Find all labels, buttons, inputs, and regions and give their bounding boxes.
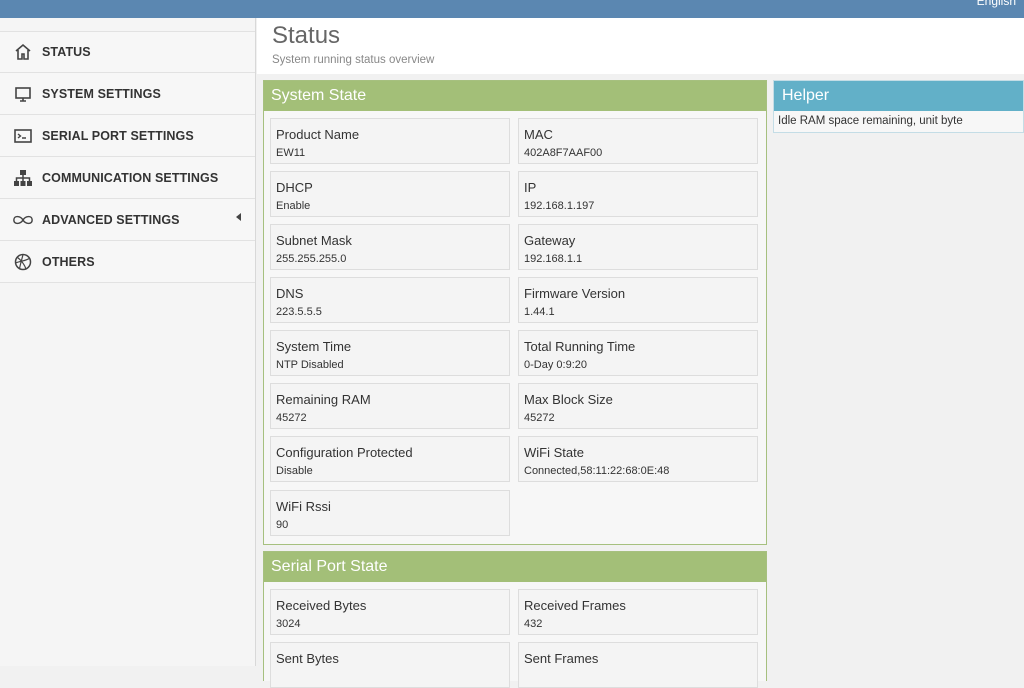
field-label: Max Block Size xyxy=(524,392,613,407)
monitor-icon xyxy=(12,83,34,105)
panel-title: Serial Port State xyxy=(264,552,766,582)
field-value: 402A8F7AAF00 xyxy=(524,147,603,159)
field-dhcp: DHCP Enable xyxy=(270,171,510,217)
field-label: Received Frames xyxy=(524,598,626,613)
sidebar-item-status[interactable]: STATUS xyxy=(0,31,255,73)
language-selector[interactable]: English xyxy=(977,0,1016,8)
field-value: 0-Day 0:9:20 xyxy=(524,359,587,371)
sidebar-item-others[interactable]: OTHERS xyxy=(0,241,255,283)
field-value: 90 xyxy=(276,519,289,531)
field-value: Disable xyxy=(276,465,313,477)
field-value: 1.44.1 xyxy=(524,306,555,318)
field-value: NTP Disabled xyxy=(276,359,344,371)
field-label: Sent Frames xyxy=(524,651,599,666)
field-sent-bytes: Sent Bytes xyxy=(270,642,510,688)
field-label: Subnet Mask xyxy=(276,233,352,248)
sidebar-item-advanced-settings[interactable]: ADVANCED SETTINGS xyxy=(0,199,255,241)
infinity-icon xyxy=(12,209,34,231)
system-state-panel: System State Product Name EW11 MAC 402A8… xyxy=(263,80,767,545)
network-icon xyxy=(12,167,34,189)
helper-title: Helper xyxy=(774,81,1023,111)
page-title: Status xyxy=(272,22,341,49)
field-wifi-rssi: WiFi Rssi 90 xyxy=(270,490,510,536)
panel-title: System State xyxy=(264,81,766,111)
field-label: WiFi State xyxy=(524,445,584,460)
field-value: 3024 xyxy=(276,618,301,630)
field-value: EW11 xyxy=(276,147,306,159)
field-sent-frames: Sent Frames xyxy=(518,642,758,688)
field-label: Firmware Version xyxy=(524,286,626,301)
field-label: IP xyxy=(524,180,537,195)
terminal-icon xyxy=(12,125,34,147)
field-value: 255.255.255.0 xyxy=(276,253,347,265)
field-received-bytes: Received Bytes 3024 xyxy=(270,589,510,635)
field-label: Sent Bytes xyxy=(276,651,339,666)
basketball-icon xyxy=(12,251,34,273)
caret-left-icon xyxy=(236,213,241,221)
field-firmware-version: Firmware Version 1.44.1 xyxy=(518,277,758,323)
sidebar-item-label: ADVANCED SETTINGS xyxy=(42,212,180,227)
field-value: 223.5.5.5 xyxy=(276,306,322,318)
field-label: DHCP xyxy=(276,180,313,195)
field-label: System Time xyxy=(276,339,352,354)
field-received-frames: Received Frames 432 xyxy=(518,589,758,635)
field-product-name: Product Name EW11 xyxy=(270,118,510,164)
helper-panel: Helper Idle RAM space remaining, unit by… xyxy=(773,80,1024,133)
field-total-running-time: Total Running Time 0-Day 0:9:20 xyxy=(518,330,758,376)
main-content: Status System running status overview Sy… xyxy=(257,18,1024,688)
field-label: Total Running Time xyxy=(524,339,636,354)
field-label: Remaining RAM xyxy=(276,392,371,407)
field-value: Connected,58:11:22:68:0E:48 xyxy=(524,465,670,477)
serial-port-state-panel: Serial Port State Received Bytes 3024 Re… xyxy=(263,551,767,688)
field-label: WiFi Rssi xyxy=(276,499,331,514)
sidebar-item-serial-port-settings[interactable]: SERIAL PORT SETTINGS xyxy=(0,115,255,157)
field-value: 432 xyxy=(524,618,543,630)
field-configuration-protected: Configuration Protected Disable xyxy=(270,436,510,482)
field-label: DNS xyxy=(276,286,304,301)
field-label: Gateway xyxy=(524,233,576,248)
sidebar-item-system-settings[interactable]: SYSTEM SETTINGS xyxy=(0,73,255,115)
sidebar-item-communication-settings[interactable]: COMMUNICATION SETTINGS xyxy=(0,157,255,199)
field-system-time: System Time NTP Disabled xyxy=(270,330,510,376)
page-header: Status System running status overview xyxy=(257,18,1024,74)
field-label: Product Name xyxy=(276,127,360,142)
field-mac: MAC 402A8F7AAF00 xyxy=(518,118,758,164)
field-gateway: Gateway 192.168.1.1 xyxy=(518,224,758,270)
field-value: 192.168.1.197 xyxy=(524,200,595,212)
sidebar-item-label: SERIAL PORT SETTINGS xyxy=(42,128,194,143)
sidebar-item-label: STATUS xyxy=(42,45,91,59)
field-label: MAC xyxy=(524,127,553,142)
field-max-block-size: Max Block Size 45272 xyxy=(518,383,758,429)
field-remaining-ram[interactable]: Remaining RAM 45272 xyxy=(270,383,510,429)
sidebar-item-label: COMMUNICATION SETTINGS xyxy=(42,170,219,185)
sidebar-item-label: OTHERS xyxy=(42,254,95,269)
field-ip: IP 192.168.1.197 xyxy=(518,171,758,217)
sidebar: STATUS SYSTEM SETTINGS SERIAL PORT SETTI… xyxy=(0,18,256,666)
field-wifi-state: WiFi State Connected,58:11:22:68:0E:48 xyxy=(518,436,758,482)
field-label: Configuration Protected xyxy=(276,445,413,460)
sidebar-item-label: SYSTEM SETTINGS xyxy=(42,86,161,101)
page-subtitle: System running status overview xyxy=(272,54,435,66)
home-icon xyxy=(12,41,34,63)
helper-text: Idle RAM space remaining, unit byte xyxy=(778,115,963,127)
field-label: Received Bytes xyxy=(276,598,367,613)
field-dns: DNS 223.5.5.5 xyxy=(270,277,510,323)
field-value: 45272 xyxy=(276,412,307,424)
field-subnet-mask: Subnet Mask 255.255.255.0 xyxy=(270,224,510,270)
field-value: 45272 xyxy=(524,412,555,424)
top-bar: English xyxy=(0,0,1024,18)
field-value: Enable xyxy=(276,200,311,212)
field-value: 192.168.1.1 xyxy=(524,253,583,265)
